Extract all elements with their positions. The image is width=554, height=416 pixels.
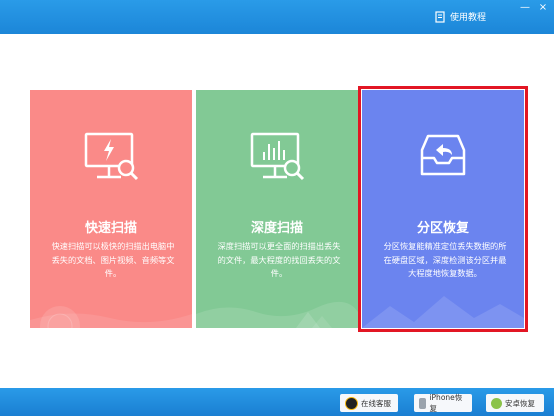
phone-icon bbox=[419, 397, 427, 409]
monitor-chart-search-icon bbox=[250, 132, 305, 181]
deep-scan-title: 深度扫描 bbox=[250, 221, 303, 236]
partition-recovery-card[interactable]: 分区恢复 分区恢复能精准定位丢失数据的所在硬盘区域，深度检测该分区并最大程度地恢… bbox=[358, 86, 528, 332]
book-icon bbox=[435, 10, 445, 23]
quick-scan-title: 快速扫描 bbox=[84, 221, 137, 236]
qq-icon bbox=[345, 396, 358, 410]
help-tutorial-label: 使用教程 bbox=[450, 13, 487, 23]
android-icon bbox=[491, 397, 502, 409]
partition-recovery-title: 分区恢复 bbox=[416, 221, 469, 236]
cloud-decoration bbox=[30, 306, 192, 328]
quick-scan-card[interactable]: 快速扫描 快速扫描可以极快的扫描出电脑中丢失的文档、图片视频、音频等文件。 bbox=[30, 90, 192, 328]
quick-scan-description: 快速扫描可以极快的扫描出电脑中丢失的文档、图片视频、音频等文件。 bbox=[51, 241, 175, 278]
title-bar: 使用教程 — × bbox=[0, 0, 554, 34]
baidu-watermark: Baidu经验 bbox=[440, 365, 520, 381]
iphone-recovery-label: iPhone恢复 bbox=[429, 393, 463, 413]
iphone-recovery-button[interactable]: iPhone恢复 bbox=[414, 393, 472, 413]
deep-scan-card[interactable]: 深度扫描 深度扫描可以更全面的扫描出丢失的文件，最大程度的找回丢失的文件。 bbox=[196, 90, 358, 328]
monitor-lightning-search-icon bbox=[84, 132, 139, 181]
minimize-button[interactable]: — bbox=[518, 2, 532, 14]
online-service-label: 在线客服 bbox=[361, 398, 391, 408]
inbox-restore-icon bbox=[420, 134, 466, 176]
help-tutorial-link[interactable]: 使用教程 bbox=[434, 10, 486, 23]
online-service-button[interactable]: 在线客服 bbox=[340, 394, 398, 412]
android-recovery-label: 安卓恢复 bbox=[505, 398, 535, 408]
android-recovery-button[interactable]: 安卓恢复 bbox=[486, 394, 544, 412]
main-content: 快速扫描 快速扫描可以极快的扫描出电脑中丢失的文档、图片视频、音频等文件。 深度… bbox=[0, 34, 554, 388]
mountains-decoration bbox=[362, 296, 524, 328]
close-button[interactable]: × bbox=[536, 2, 550, 14]
partition-recovery-description: 分区恢复能精准定位丢失数据的所在硬盘区域，深度检测该分区并最大程度地恢复数据。 bbox=[383, 241, 507, 278]
hills-decoration bbox=[196, 301, 358, 328]
bottom-bar: 在线客服 iPhone恢复 安卓恢复 bbox=[0, 388, 554, 416]
deep-scan-description: 深度扫描可以更全面的扫描出丢失的文件，最大程度的找回丢失的文件。 bbox=[217, 241, 341, 278]
